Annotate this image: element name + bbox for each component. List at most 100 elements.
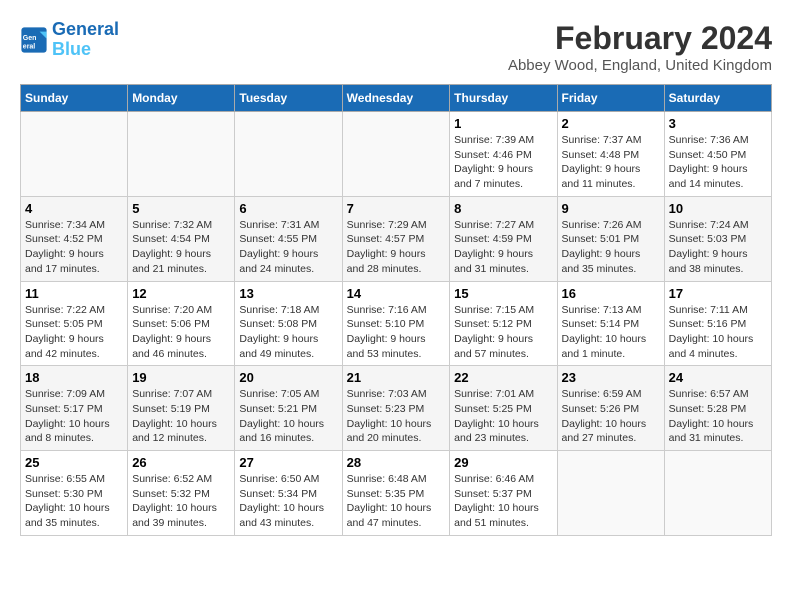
calendar-cell: 6 Sunrise: 7:31 AMSunset: 4:55 PMDaylight…	[235, 196, 342, 281]
calendar-cell: 18Sunrise: 7:09 AMSunset: 5:17 PMDayligh…	[21, 366, 128, 451]
day-info: Sunrise: 7:07 AMSunset: 5:19 PMDaylight:…	[132, 387, 230, 446]
day-number: 5	[132, 201, 230, 216]
calendar-cell: 15 Sunrise: 7:15 AMSunset: 5:12 PMDayligh…	[450, 281, 557, 366]
logo: Gen eral General Blue	[20, 20, 119, 60]
day-number: 19	[132, 370, 230, 385]
svg-text:Gen: Gen	[23, 35, 37, 42]
logo-text-line1: General	[52, 20, 119, 40]
calendar-cell: 19 Sunrise: 7:07 AMSunset: 5:19 PMDayligh…	[128, 366, 235, 451]
calendar-cell: 24 Sunrise: 6:57 AMSunset: 5:28 PMDayligh…	[664, 366, 771, 451]
calendar-cell: 25 Sunrise: 6:55 AMSunset: 5:30 PMDayligh…	[21, 451, 128, 536]
header-tuesday: Tuesday	[235, 85, 342, 112]
week-row-2: 11Sunrise: 7:22 AMSunset: 5:05 PMDayligh…	[21, 281, 772, 366]
day-info: Sunrise: 6:59 AMSunset: 5:26 PMDaylight:…	[562, 387, 660, 446]
day-info: Sunrise: 6:57 AMSunset: 5:28 PMDaylight:…	[669, 387, 767, 446]
day-info: Sunrise: 6:52 AMSunset: 5:32 PMDaylight:…	[132, 472, 230, 531]
day-info: Sunrise: 7:39 AMSunset: 4:46 PMDaylight:…	[454, 133, 552, 192]
week-row-1: 4Sunrise: 7:34 AMSunset: 4:52 PMDaylight…	[21, 196, 772, 281]
day-info: Sunrise: 7:22 AMSunset: 5:05 PMDaylight:…	[25, 303, 123, 362]
header-thursday: Thursday	[450, 85, 557, 112]
day-number: 14	[347, 286, 446, 301]
page-header: Gen eral General Blue February 2024 Abbe…	[20, 20, 772, 74]
day-info: Sunrise: 7:16 AMSunset: 5:10 PMDaylight:…	[347, 303, 446, 362]
calendar-cell: 2 Sunrise: 7:37 AMSunset: 4:48 PMDaylight…	[557, 112, 664, 197]
calendar-table: SundayMondayTuesdayWednesdayThursdayFrid…	[20, 84, 772, 536]
day-number: 25	[25, 455, 123, 470]
day-info: Sunrise: 7:05 AMSunset: 5:21 PMDaylight:…	[239, 387, 337, 446]
day-number: 22	[454, 370, 552, 385]
day-number: 23	[562, 370, 660, 385]
title-area: February 2024 Abbey Wood, England, Unite…	[508, 20, 772, 74]
day-number: 27	[239, 455, 337, 470]
calendar-cell	[342, 112, 450, 197]
day-number: 9	[562, 201, 660, 216]
header-saturday: Saturday	[664, 85, 771, 112]
day-number: 13	[239, 286, 337, 301]
day-info: Sunrise: 7:18 AMSunset: 5:08 PMDaylight:…	[239, 303, 337, 362]
day-info: Sunrise: 7:26 AMSunset: 5:01 PMDaylight:…	[562, 218, 660, 277]
header-wednesday: Wednesday	[342, 85, 450, 112]
day-number: 15	[454, 286, 552, 301]
day-number: 26	[132, 455, 230, 470]
day-number: 21	[347, 370, 446, 385]
day-number: 10	[669, 201, 767, 216]
calendar-cell: 27Sunrise: 6:50 AMSunset: 5:34 PMDayligh…	[235, 451, 342, 536]
calendar-title: February 2024	[508, 20, 772, 57]
day-number: 17	[669, 286, 767, 301]
calendar-cell: 5 Sunrise: 7:32 AMSunset: 4:54 PMDaylight…	[128, 196, 235, 281]
calendar-header-row: SundayMondayTuesdayWednesdayThursdayFrid…	[21, 85, 772, 112]
day-number: 2	[562, 116, 660, 131]
calendar-cell: 11Sunrise: 7:22 AMSunset: 5:05 PMDayligh…	[21, 281, 128, 366]
calendar-cell: 7Sunrise: 7:29 AMSunset: 4:57 PMDaylight…	[342, 196, 450, 281]
calendar-cell: 23 Sunrise: 6:59 AMSunset: 5:26 PMDayligh…	[557, 366, 664, 451]
day-number: 8	[454, 201, 552, 216]
calendar-cell	[128, 112, 235, 197]
day-number: 3	[669, 116, 767, 131]
header-friday: Friday	[557, 85, 664, 112]
day-number: 6	[239, 201, 337, 216]
calendar-cell: 4Sunrise: 7:34 AMSunset: 4:52 PMDaylight…	[21, 196, 128, 281]
day-info: Sunrise: 7:37 AMSunset: 4:48 PMDaylight:…	[562, 133, 660, 192]
day-info: Sunrise: 6:55 AMSunset: 5:30 PMDaylight:…	[25, 472, 123, 531]
calendar-cell: 22 Sunrise: 7:01 AMSunset: 5:25 PMDayligh…	[450, 366, 557, 451]
calendar-cell	[21, 112, 128, 197]
day-number: 29	[454, 455, 552, 470]
day-info: Sunrise: 7:29 AMSunset: 4:57 PMDaylight:…	[347, 218, 446, 277]
week-row-3: 18Sunrise: 7:09 AMSunset: 5:17 PMDayligh…	[21, 366, 772, 451]
calendar-cell: 1Sunrise: 7:39 AMSunset: 4:46 PMDaylight…	[450, 112, 557, 197]
calendar-cell: 21 Sunrise: 7:03 AMSunset: 5:23 PMDayligh…	[342, 366, 450, 451]
day-info: Sunrise: 6:46 AMSunset: 5:37 PMDaylight:…	[454, 472, 552, 531]
logo-text-line2: Blue	[52, 40, 119, 60]
day-info: Sunrise: 7:27 AMSunset: 4:59 PMDaylight:…	[454, 218, 552, 277]
calendar-cell	[557, 451, 664, 536]
calendar-subtitle: Abbey Wood, England, United Kingdom	[508, 57, 772, 74]
calendar-cell: 28 Sunrise: 6:48 AMSunset: 5:35 PMDayligh…	[342, 451, 450, 536]
day-info: Sunrise: 7:13 AMSunset: 5:14 PMDaylight:…	[562, 303, 660, 362]
day-number: 28	[347, 455, 446, 470]
day-info: Sunrise: 7:15 AMSunset: 5:12 PMDaylight:…	[454, 303, 552, 362]
day-number: 16	[562, 286, 660, 301]
day-info: Sunrise: 7:32 AMSunset: 4:54 PMDaylight:…	[132, 218, 230, 277]
svg-text:eral: eral	[23, 43, 36, 50]
week-row-0: 1Sunrise: 7:39 AMSunset: 4:46 PMDaylight…	[21, 112, 772, 197]
calendar-cell	[664, 451, 771, 536]
week-row-4: 25 Sunrise: 6:55 AMSunset: 5:30 PMDayligh…	[21, 451, 772, 536]
header-sunday: Sunday	[21, 85, 128, 112]
calendar-cell: 3 Sunrise: 7:36 AMSunset: 4:50 PMDaylight…	[664, 112, 771, 197]
day-info: Sunrise: 7:03 AMSunset: 5:23 PMDaylight:…	[347, 387, 446, 446]
day-number: 20	[239, 370, 337, 385]
day-info: Sunrise: 7:36 AMSunset: 4:50 PMDaylight:…	[669, 133, 767, 192]
calendar-cell: 29 Sunrise: 6:46 AMSunset: 5:37 PMDayligh…	[450, 451, 557, 536]
calendar-cell: 9 Sunrise: 7:26 AMSunset: 5:01 PMDaylight…	[557, 196, 664, 281]
day-info: Sunrise: 7:01 AMSunset: 5:25 PMDaylight:…	[454, 387, 552, 446]
calendar-cell: 16 Sunrise: 7:13 AMSunset: 5:14 PMDayligh…	[557, 281, 664, 366]
day-info: Sunrise: 7:31 AMSunset: 4:55 PMDaylight:…	[239, 218, 337, 277]
day-number: 24	[669, 370, 767, 385]
calendar-cell: 8 Sunrise: 7:27 AMSunset: 4:59 PMDaylight…	[450, 196, 557, 281]
day-info: Sunrise: 6:48 AMSunset: 5:35 PMDaylight:…	[347, 472, 446, 531]
day-number: 18	[25, 370, 123, 385]
calendar-cell: 26 Sunrise: 6:52 AMSunset: 5:32 PMDayligh…	[128, 451, 235, 536]
day-number: 4	[25, 201, 123, 216]
calendar-cell	[235, 112, 342, 197]
header-monday: Monday	[128, 85, 235, 112]
